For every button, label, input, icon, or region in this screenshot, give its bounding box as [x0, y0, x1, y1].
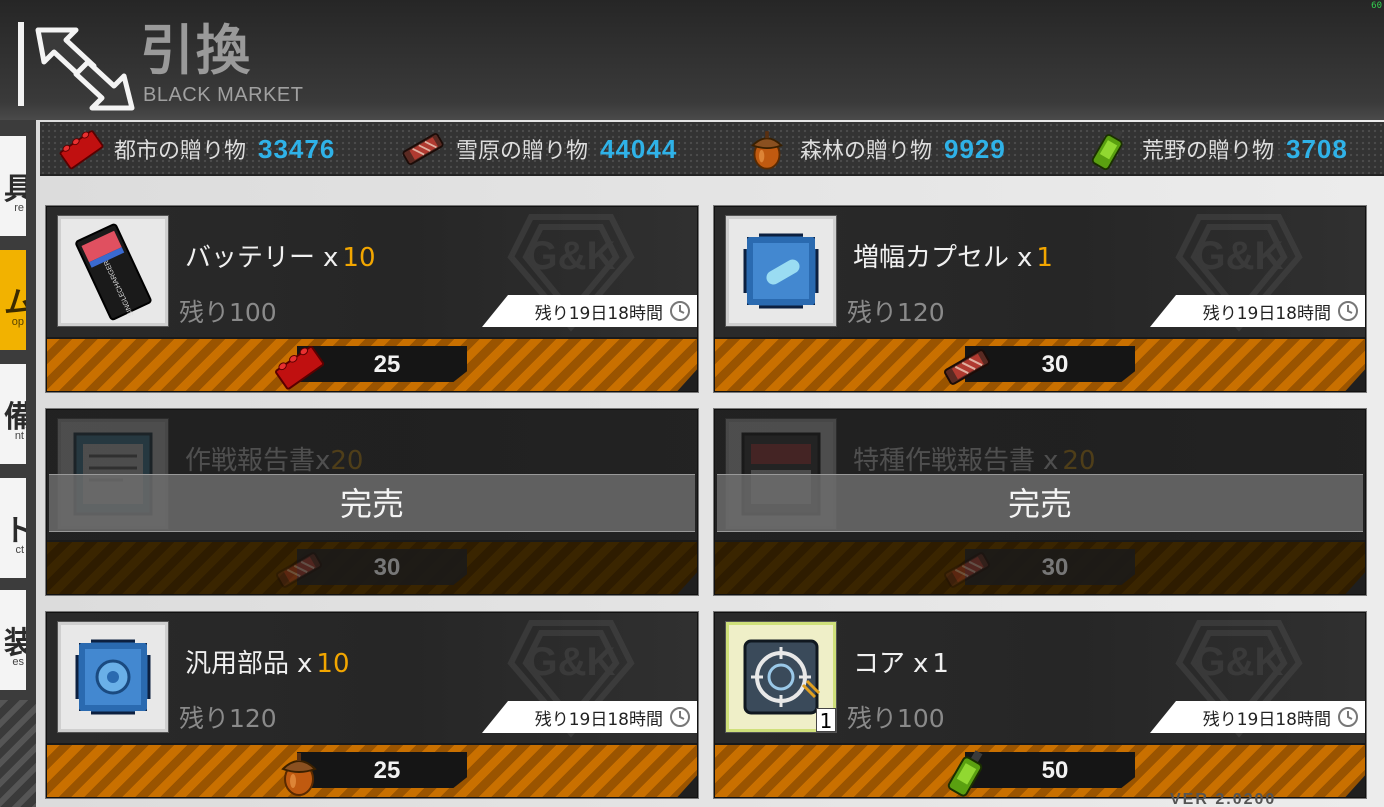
- parts-icon: [75, 639, 151, 715]
- currency-wasteland-gift: 荒野の贈り物 3708: [1084, 122, 1348, 176]
- price-value: 50: [1041, 757, 1069, 784]
- price-value: 30: [373, 554, 401, 581]
- wrapped-bar-icon: [271, 542, 327, 595]
- price-value: 25: [373, 351, 401, 378]
- item-thumbnail: [58, 622, 168, 732]
- shop-item-core[interactable]: 1 コア x 1 残り100 残り19日18時間 50: [714, 612, 1366, 798]
- sidebar-tab-sub: nt: [14, 430, 24, 442]
- currency-name: 荒野の贈り物: [1142, 139, 1275, 164]
- sidebar-tab-sub: es: [12, 656, 24, 668]
- item-name: 特種作戦報告書 x 20: [853, 446, 1096, 476]
- price-bar[interactable]: 30: [715, 337, 1365, 391]
- currency-city-gift: 都市の贈り物 33476: [56, 122, 335, 176]
- item-count-badge: 1: [816, 708, 836, 733]
- item-thumbnail: [726, 216, 836, 326]
- currency-value: 44044: [600, 133, 678, 164]
- shop-item-battery[interactable]: SINGLECHARGER バッテリー x 10 残り100 残り19日18時間 2…: [46, 206, 698, 392]
- item-name: コア x 1: [853, 649, 949, 679]
- shop-item-general-parts[interactable]: 汎用部品 x 10 残り120 残り19日18時間 25: [46, 612, 698, 798]
- battery-icon: SINGLECHARGER: [75, 223, 152, 321]
- sold-out-banner: 完売: [717, 474, 1363, 532]
- currency-value: 3708: [1286, 133, 1348, 164]
- page-subtitle: BLACK MARKET: [143, 84, 304, 106]
- wrapped-bar-icon: [939, 542, 995, 595]
- sidebar-stripe-decoration: [0, 700, 36, 807]
- currency-name: 都市の贈り物: [114, 139, 247, 164]
- item-stock: 残り120: [847, 298, 945, 327]
- green-bottle-icon: [1084, 124, 1134, 174]
- price-bar[interactable]: 25: [47, 337, 697, 391]
- price-bar: 30: [715, 540, 1365, 594]
- item-timer: 残り19日18時間: [482, 701, 697, 733]
- capsule-icon: [743, 233, 819, 309]
- clock-icon: [669, 706, 691, 728]
- currency-value: 33476: [258, 133, 336, 164]
- currency-bar: 都市の贈り物 33476 雪原の贈り物 44044 森林の贈り物 9929 荒野…: [40, 122, 1384, 176]
- currency-value: 9929: [944, 133, 1006, 164]
- price-value: 30: [1041, 554, 1069, 581]
- sidebar-tab-store[interactable]: 具 re: [0, 136, 26, 236]
- item-name: バッテリー x 10: [185, 243, 376, 273]
- shop-item-combat-report[interactable]: 作戦報告書x20 30 完売: [46, 409, 698, 595]
- sidebar-tab-sub: re: [14, 202, 24, 214]
- shop-item-amplify-capsule[interactable]: 増幅カプセル x 1 残り120 残り19日18時間 30: [714, 206, 1366, 392]
- wrapped-bar-icon: [398, 124, 448, 174]
- green-bottle-icon: [939, 745, 995, 798]
- version-label: VER 2.0200: [1170, 791, 1277, 807]
- price-value: 25: [373, 757, 401, 784]
- item-thumbnail: SINGLECHARGER: [58, 216, 168, 326]
- fps-counter: 60: [1371, 1, 1382, 11]
- clock-icon: [669, 300, 691, 322]
- item-name: 汎用部品 x 10: [185, 649, 350, 679]
- item-timer: 残り19日18時間: [482, 295, 697, 327]
- acorn-icon: [742, 124, 792, 174]
- sold-out-banner: 完売: [49, 474, 695, 532]
- currency-forest-gift: 森林の贈り物 9929: [742, 122, 1006, 176]
- exchange-arrows-icon[interactable]: [32, 22, 138, 114]
- clock-icon: [1337, 706, 1359, 728]
- sidebar-tab-select[interactable]: ト ct: [0, 478, 26, 578]
- sidebar: 具 re ム op 備 nt ト ct 装 es: [0, 120, 36, 807]
- price-bar[interactable]: 50: [715, 743, 1365, 797]
- wrapped-bar-icon: [939, 339, 995, 392]
- red-brick-icon: [56, 124, 106, 174]
- sidebar-tab-item-shop[interactable]: ム op: [0, 250, 26, 350]
- item-stock: 残り100: [179, 298, 277, 327]
- clock-icon: [1337, 300, 1359, 322]
- sidebar-tab-sub: op: [11, 316, 24, 328]
- sidebar-tab-costumes[interactable]: 装 es: [0, 590, 26, 690]
- shop-item-special-report[interactable]: 特種作戦報告書 x 20 30 完売: [714, 409, 1366, 595]
- page-title: 引換: [140, 18, 252, 82]
- header-accent-bar: [18, 22, 24, 106]
- red-brick-icon: [271, 339, 327, 392]
- price-value: 30: [1041, 351, 1069, 378]
- price-bar: 30: [47, 540, 697, 594]
- item-stock: 残り100: [847, 704, 945, 733]
- sidebar-tab-equipment[interactable]: 備 nt: [0, 364, 26, 464]
- acorn-icon: [271, 745, 327, 798]
- currency-name: 雪原の贈り物: [456, 139, 589, 164]
- item-stock: 残り120: [179, 704, 277, 733]
- item-name: 増幅カプセル x 1: [853, 243, 1053, 273]
- currency-name: 森林の贈り物: [800, 139, 933, 164]
- item-name: 作戦報告書x20: [185, 446, 364, 476]
- price-bar[interactable]: 25: [47, 743, 697, 797]
- header: 引換 BLACK MARKET 60: [0, 0, 1384, 120]
- sidebar-tab-sub: ct: [15, 544, 24, 556]
- currency-snowfield-gift: 雪原の贈り物 44044: [398, 122, 677, 176]
- item-timer: 残り19日18時間: [1150, 701, 1365, 733]
- item-timer: 残り19日18時間: [1150, 295, 1365, 327]
